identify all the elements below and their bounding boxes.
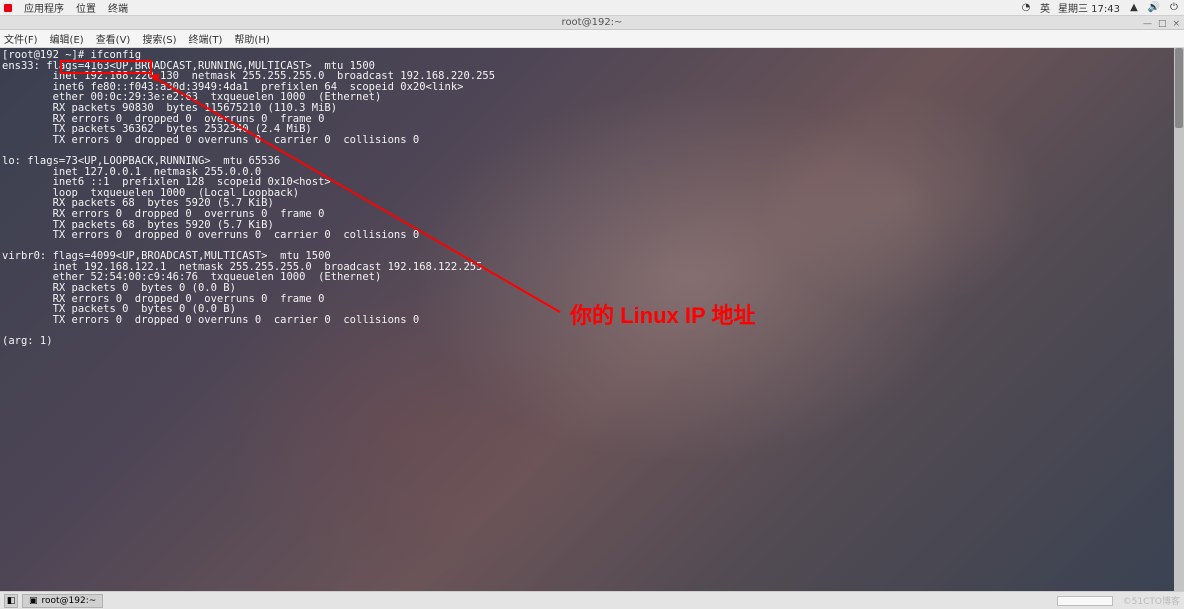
taskbar-window-label: root@192:~ bbox=[42, 596, 97, 606]
show-desktop-button[interactable]: ◧ bbox=[4, 594, 18, 608]
menu-edit[interactable]: 编辑(E) bbox=[50, 31, 84, 46]
top-panel: 应用程序 位置 终端 ◔ 英 星期三 17:43 ▲ 🔊 ⏻ bbox=[0, 0, 1184, 16]
menu-search[interactable]: 搜索(S) bbox=[142, 31, 176, 46]
network-icon[interactable]: ▲ bbox=[1128, 2, 1140, 14]
input-method-indicator[interactable]: 英 bbox=[1040, 0, 1050, 15]
annotation-label: 你的 Linux IP 地址 bbox=[570, 298, 755, 330]
applications-menu[interactable]: 应用程序 bbox=[24, 0, 64, 15]
menu-file[interactable]: 文件(F) bbox=[4, 31, 38, 46]
workspace-switcher[interactable] bbox=[1057, 596, 1113, 606]
terminal-viewport[interactable]: [root@192 ~]# ifconfig ens33: flags=4163… bbox=[0, 48, 1184, 591]
terminal-menubar: 文件(F) 编辑(E) 查看(V) 搜索(S) 终端(T) 帮助(H) bbox=[0, 30, 1184, 48]
menu-view[interactable]: 查看(V) bbox=[96, 31, 131, 46]
terminal-menu[interactable]: 终端 bbox=[108, 0, 128, 15]
window-titlebar[interactable]: root@192:~ — □ × bbox=[0, 16, 1184, 30]
speaker-icon[interactable]: 🔊 bbox=[1148, 2, 1160, 14]
watermark: ©51CTO博客 bbox=[1123, 594, 1180, 607]
power-icon[interactable]: ⏻ bbox=[1168, 2, 1180, 14]
desktop-icon: ◧ bbox=[7, 596, 16, 606]
taskbar-window-button[interactable]: ▣ root@192:~ bbox=[22, 594, 103, 608]
terminal-scrollbar[interactable] bbox=[1174, 48, 1184, 591]
maximize-button[interactable]: □ bbox=[1158, 17, 1167, 31]
scrollbar-thumb[interactable] bbox=[1175, 48, 1183, 128]
terminal-app-icon: ▣ bbox=[29, 596, 38, 606]
tray-sys-icon[interactable]: ◔ bbox=[1020, 2, 1032, 14]
clock[interactable]: 星期三 17:43 bbox=[1058, 0, 1120, 15]
window-title: root@192:~ bbox=[562, 17, 623, 28]
bottom-taskbar: ◧ ▣ root@192:~ ©51CTO博客 bbox=[0, 591, 1184, 609]
minimize-button[interactable]: — bbox=[1143, 17, 1152, 31]
close-button[interactable]: × bbox=[1172, 17, 1180, 31]
places-menu[interactable]: 位置 bbox=[76, 0, 96, 15]
menu-help[interactable]: 帮助(H) bbox=[234, 31, 269, 46]
activities-logo[interactable] bbox=[4, 4, 12, 12]
menu-terminal[interactable]: 终端(T) bbox=[189, 31, 223, 46]
